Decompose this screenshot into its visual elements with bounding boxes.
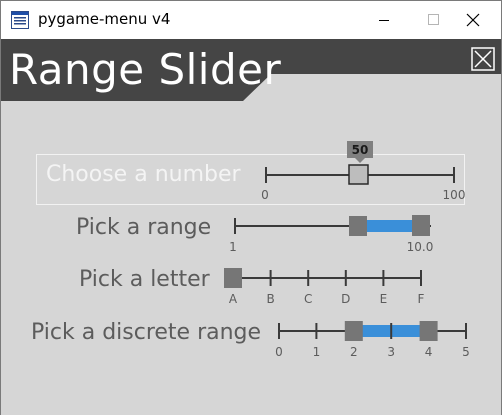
minimize-icon bbox=[379, 20, 389, 21]
range-handle-high[interactable] bbox=[412, 215, 430, 236]
app-window: pygame-menu v4 Range Slider Choose a num… bbox=[0, 0, 502, 415]
window-title: pygame-menu v4 bbox=[38, 10, 171, 28]
range-handle-low[interactable] bbox=[349, 216, 367, 236]
tick-label: 0 bbox=[275, 345, 283, 359]
range-slider[interactable]: 1 10.0 bbox=[1, 209, 501, 257]
value-badge-pointer bbox=[355, 158, 365, 163]
range-start-label: 1 bbox=[229, 240, 237, 254]
value-badge-text: 50 bbox=[352, 143, 369, 157]
menu-surface: Range Slider Choose a number 50 0 100 Pi… bbox=[1, 39, 501, 415]
tick-label: 4 bbox=[425, 345, 433, 359]
tick-label: 2 bbox=[350, 345, 358, 359]
tick-label: A bbox=[229, 292, 238, 306]
close-icon bbox=[466, 13, 480, 27]
slider-handle[interactable] bbox=[224, 268, 242, 288]
menu-title: Range Slider bbox=[9, 45, 282, 94]
close-window-button[interactable] bbox=[450, 1, 496, 39]
tick-label: D bbox=[341, 292, 350, 306]
tick-label: 3 bbox=[387, 345, 395, 359]
slider-handle[interactable] bbox=[348, 164, 369, 185]
range-max-label: 100 bbox=[443, 188, 466, 202]
range-min-label: 0 bbox=[261, 188, 269, 202]
window-titlebar[interactable]: pygame-menu v4 bbox=[1, 1, 501, 39]
range-end-label: 10.0 bbox=[407, 240, 434, 254]
range-handle-high[interactable] bbox=[419, 321, 438, 341]
range-handle-low[interactable] bbox=[344, 321, 363, 341]
number-slider[interactable]: 50 0 100 bbox=[1, 137, 501, 205]
tick-label: E bbox=[380, 292, 388, 306]
tick-label: 5 bbox=[462, 345, 470, 359]
pygame-window-icon bbox=[11, 11, 29, 29]
maximize-icon bbox=[428, 14, 439, 25]
discrete-range-slider[interactable]: 0 1 2 3 4 5 bbox=[1, 314, 501, 362]
menu-title-bar: Range Slider bbox=[1, 39, 501, 101]
tick-label: C bbox=[304, 292, 312, 306]
tick-label: F bbox=[418, 292, 425, 306]
tick-label: B bbox=[266, 292, 274, 306]
letter-slider[interactable]: A B C D E F bbox=[1, 261, 501, 309]
close-x-icon[interactable] bbox=[471, 47, 495, 71]
minimize-button[interactable] bbox=[361, 1, 407, 39]
selected-range-bar bbox=[358, 220, 421, 232]
tick-label: 1 bbox=[313, 345, 321, 359]
